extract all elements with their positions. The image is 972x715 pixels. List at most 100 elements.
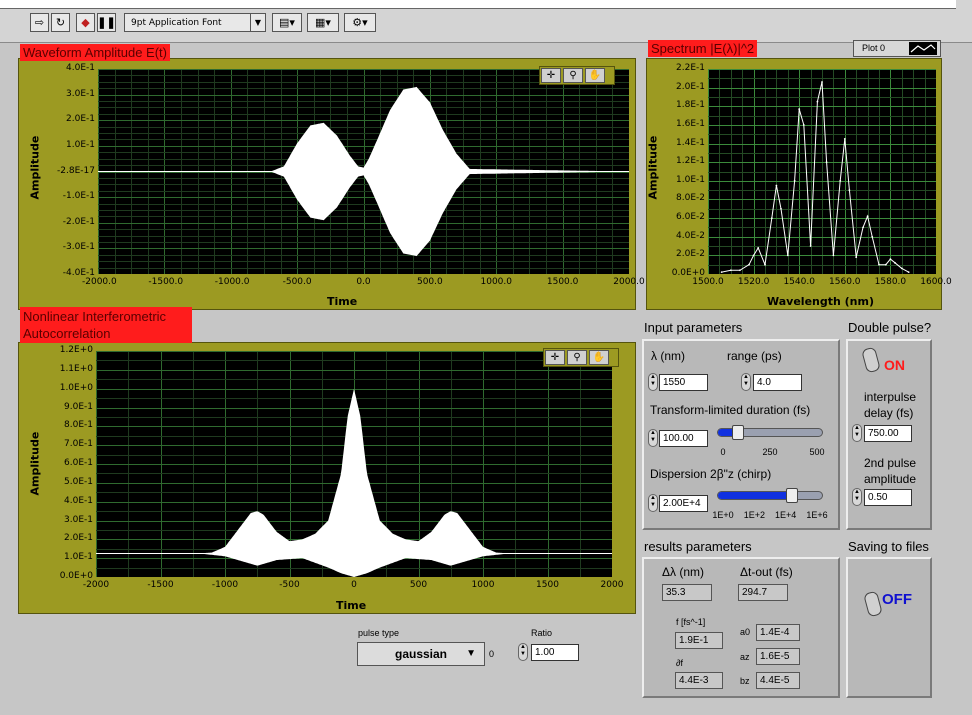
lambda-input[interactable]: 1550	[659, 374, 708, 391]
waveform-y-tick-label: 2.0E-1	[66, 114, 95, 125]
dur-tick-label: 0	[720, 447, 726, 457]
bz-value: 4.4E-5	[756, 672, 800, 689]
autocorr-y-tick-label: 1.0E-1	[64, 552, 93, 563]
range-spinner[interactable]: ▲ ▼	[741, 373, 751, 391]
align-icon[interactable]: ▤▾	[272, 13, 302, 32]
autocorr-y-tick-label: 2.0E-1	[64, 533, 93, 544]
spectrum-point	[780, 207, 782, 210]
autocorr-graph: ✛ ⚲ ✋ 1.2E+0 1.1E+0 1.0E+0 9.0E-1 8.0E-1 7.0E…	[18, 342, 636, 614]
spectrum-point	[839, 179, 842, 182]
spectrum-plot	[708, 69, 936, 274]
legend-swatch-icon	[909, 42, 937, 55]
dispersion-slider-thumb[interactable]	[786, 488, 798, 503]
spectrum-point	[786, 254, 789, 257]
range-label: range (ps)	[727, 349, 782, 363]
spectrum-y-tick-label: 1.0E-1	[676, 174, 705, 185]
duration-spinner[interactable]: ▲ ▼	[648, 429, 658, 447]
spectrum-y-tick-label: 1.8E-1	[676, 100, 705, 111]
spectrum-title: Spectrum |E(λ)|^2	[648, 40, 758, 57]
waveform-x-tick-label: 500.0	[416, 277, 443, 287]
autocorr-y-tick-label: 4.0E-1	[64, 495, 93, 506]
run-continuous-icon[interactable]: ↻	[51, 13, 70, 32]
crosshair-icon[interactable]: ✛	[541, 68, 561, 83]
duration-input[interactable]: 100.00	[659, 430, 708, 447]
spectrum-point	[752, 254, 755, 257]
disp-tick-label: 1E+2	[743, 510, 765, 520]
pause-icon[interactable]: ❚❚	[97, 13, 116, 32]
autocorr-plot-area	[96, 351, 612, 577]
toolbar: ⇨ ↻ ◆ ❚❚ 9pt Application Font ▼ ▤▾ ▦▾ ⚙▾	[0, 0, 972, 43]
spectrum-y-tick-label: 4.0E-2	[676, 230, 705, 241]
autocorr-title: Nonlinear Interferometric Autocorrelatio…	[20, 307, 192, 343]
spectrum-y-tick-label: 8.0E-2	[676, 193, 705, 204]
autocorr-x-tick-label: -1500	[147, 580, 174, 590]
delay-label-2: delay (fs)	[864, 406, 914, 420]
autocorr-y-tick-label: 8.0E-1	[64, 420, 93, 431]
amp-spinner[interactable]: ▲ ▼	[852, 488, 862, 506]
zoom-icon[interactable]: ⚲	[567, 350, 587, 365]
dispersion-input[interactable]: 2.00E+4	[659, 495, 708, 512]
autocorr-y-tick-label: 6.0E-1	[64, 458, 93, 468]
reorder-icon[interactable]: ⚙▾	[344, 13, 376, 32]
spectrum-y-tick-label: 6.0E-2	[676, 212, 705, 223]
waveform-graph: ✛ ⚲ ✋ 4.0E-1 3.0E-1 2.0E-1 1.0E-1 -2.8E-17 -1…	[18, 58, 645, 310]
spectrum-ylabel: Amplitude	[646, 135, 660, 200]
autocorr-y-tick-label: 7.0E-1	[64, 439, 93, 450]
bz-label: bz	[740, 676, 750, 686]
waveform-x-tick-label: -500.0	[282, 277, 312, 287]
run-arrow-icon[interactable]: ⇨	[30, 13, 49, 32]
waveform-plot-area	[98, 69, 629, 274]
crosshair-icon[interactable]: ✛	[545, 350, 565, 365]
df-label: ∂f	[676, 658, 683, 668]
abort-icon[interactable]: ◆	[76, 13, 95, 32]
duration-slider-thumb[interactable]	[732, 425, 744, 440]
waveform-x-tick-label: 1000.0	[480, 277, 513, 287]
spectrum-point	[878, 263, 880, 266]
waveform-y-tick-label: -2.8E-17	[57, 165, 95, 176]
spectrum-point	[871, 235, 874, 238]
spectrum-y-tick-label: 1.4E-1	[676, 137, 705, 148]
spectrum-x-tick-label: 1500.0	[692, 277, 724, 287]
waveform-x-tick-label: -1500.0	[148, 277, 184, 287]
zoom-icon[interactable]: ⚲	[563, 68, 583, 83]
waveform-y-tick-label: -2.0E-1	[62, 216, 95, 227]
dlambda-value: 35.3	[662, 584, 712, 601]
waveform-xlabel: Time	[327, 295, 358, 308]
pulse-type-select[interactable]: gaussian ▼	[357, 642, 485, 666]
distribute-icon[interactable]: ▦▾	[307, 13, 339, 32]
range-input[interactable]: 4.0	[753, 374, 802, 391]
spectrum-point	[809, 245, 812, 247]
delay-input[interactable]: 750.00	[864, 425, 912, 442]
autocorr-xlabel: Time	[336, 599, 367, 612]
autocorr-title-line1: Nonlinear Interferometric	[23, 309, 167, 324]
spectrum-point	[884, 263, 887, 266]
spectrum-plot-area	[708, 69, 936, 274]
spectrum-x-tick-label: 1580.0	[874, 277, 907, 287]
spectrum-x-tick-label: 1560.0	[829, 277, 861, 287]
ratio-input[interactable]: 1.00	[531, 644, 579, 661]
amp-input[interactable]: 0.50	[864, 489, 912, 506]
autocorr-title-line2: Autocorrelation	[23, 326, 111, 341]
spectrum-point	[900, 267, 903, 270]
waveform-y-tick-label: 3.0E-1	[66, 88, 95, 99]
plot-legend[interactable]: Plot 0	[853, 40, 941, 57]
font-select[interactable]: 9pt Application Font ▼	[124, 13, 266, 32]
spectrum-point	[894, 261, 896, 264]
ratio-label: Ratio	[531, 628, 553, 638]
ratio-spinner[interactable]: ▲ ▼	[518, 643, 528, 661]
lambda-spinner[interactable]: ▲ ▼	[648, 373, 658, 391]
dispersion-spinner[interactable]: ▲ ▼	[648, 494, 658, 512]
delay-spinner[interactable]: ▲ ▼	[852, 424, 862, 442]
hand-icon[interactable]: ✋	[585, 68, 605, 83]
spectrum-point	[843, 137, 846, 140]
amp-label-2: amplitude	[864, 472, 917, 486]
a0-value: 1.4E-4	[756, 624, 800, 641]
dispersion-slider[interactable]	[717, 491, 823, 500]
hand-icon[interactable]: ✋	[589, 350, 609, 365]
autocorr-x-tick-label: 1500	[536, 580, 559, 590]
waveform-x-tick-label: -1000.0	[214, 277, 250, 287]
spectrum-graph: 2.2E-1 2.0E-1 1.8E-1 1.6E-1 1.4E-1 1.2E-1 1.0E…	[646, 58, 952, 310]
spectrum-y-tick-label: 2.0E-1	[676, 81, 705, 92]
waveform-y-tick-label: 1.0E-1	[66, 139, 95, 150]
saving-heading: Saving to files	[848, 539, 929, 554]
